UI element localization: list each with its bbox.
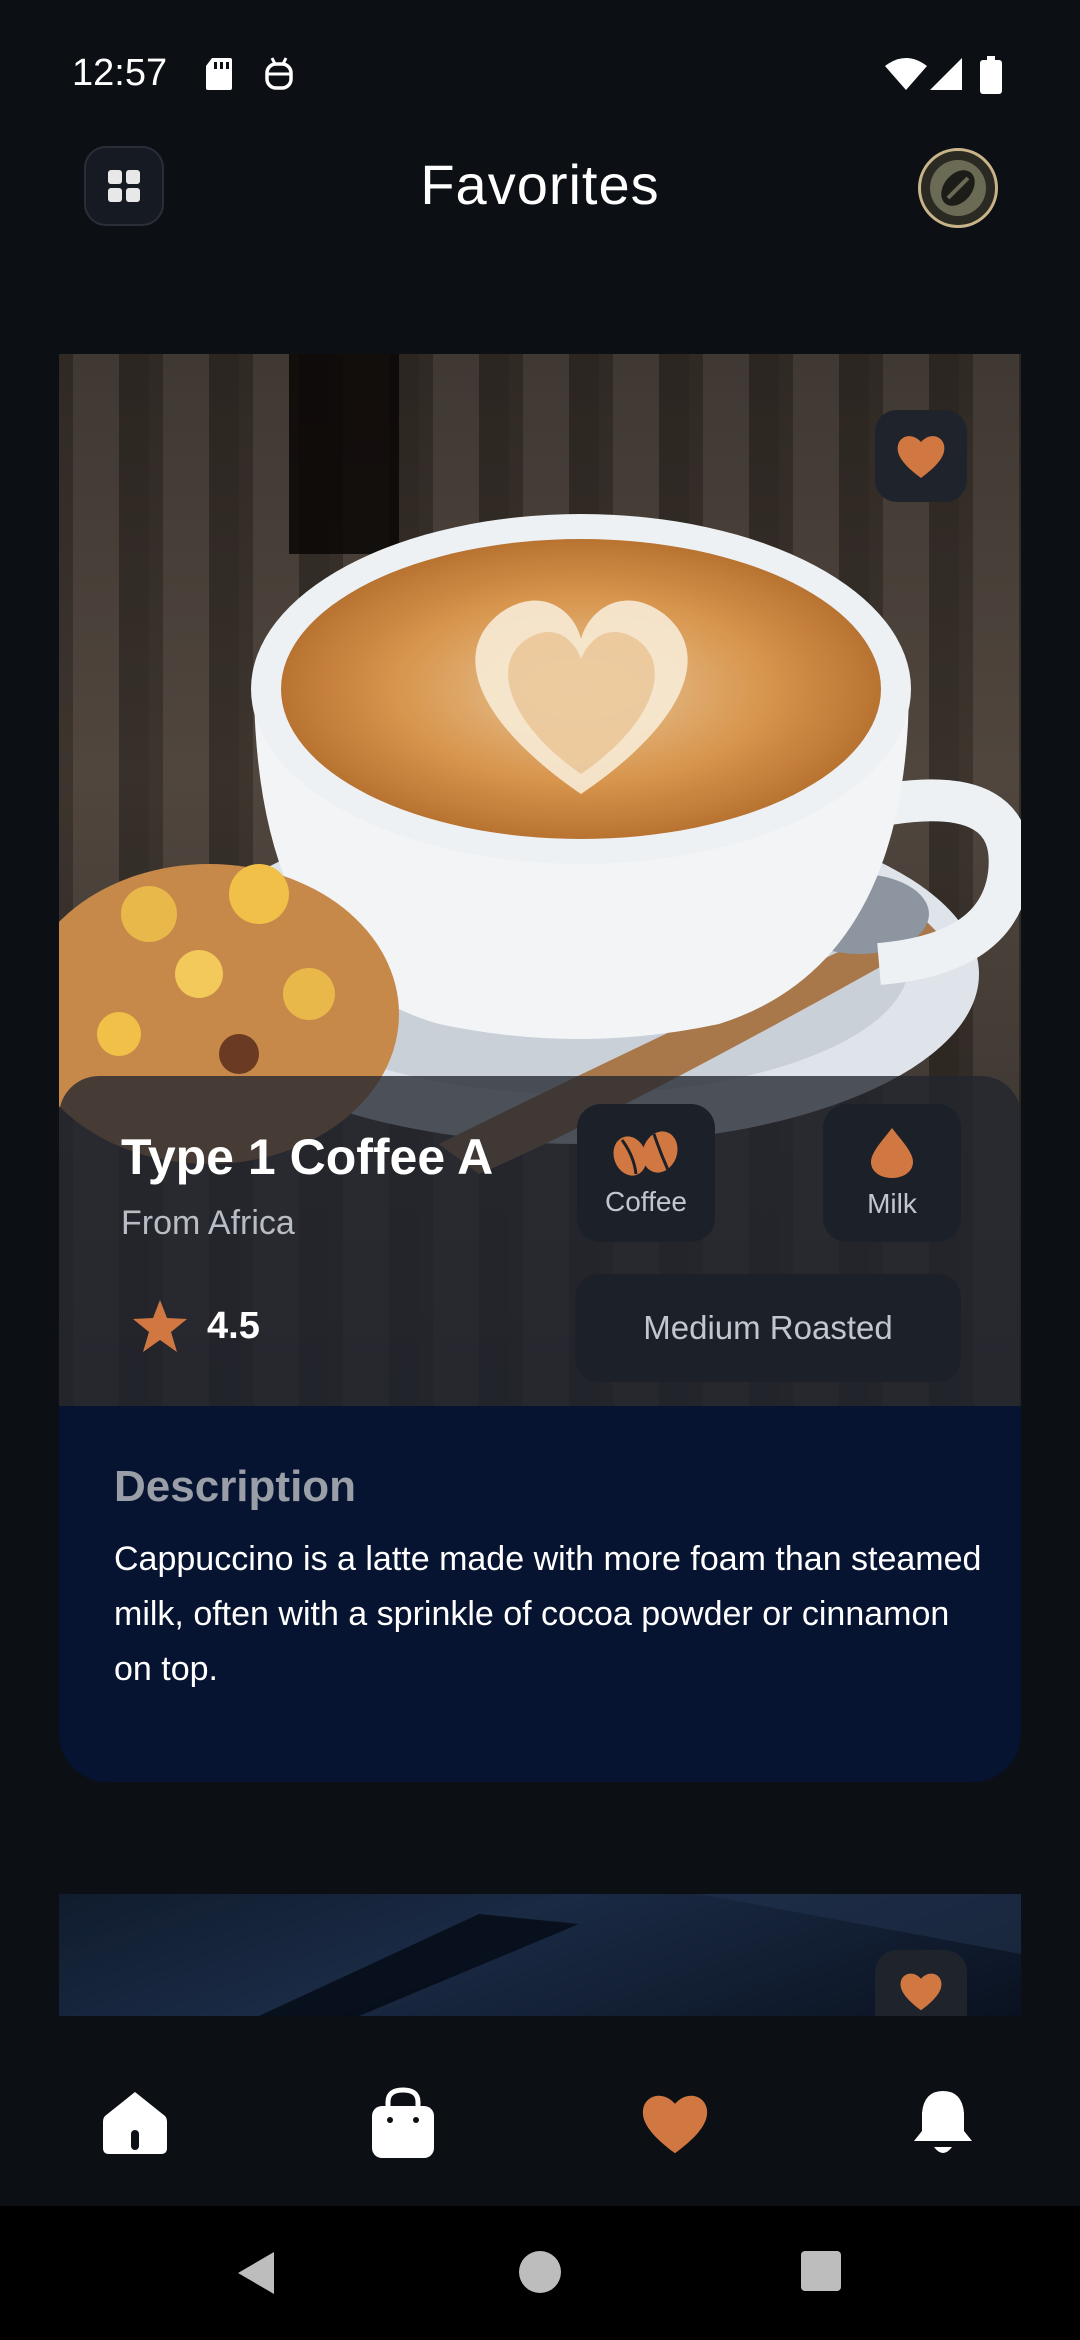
nav-favorites[interactable] — [630, 2078, 720, 2168]
signal-icon — [930, 58, 962, 90]
home-icon — [103, 2092, 167, 2154]
home-nav-icon[interactable] — [518, 2250, 562, 2294]
coffee-beans-icon — [613, 1131, 678, 1176]
heart-icon — [642, 2095, 708, 2154]
profile-avatar-button[interactable] — [918, 148, 998, 228]
back-icon[interactable] — [236, 2250, 276, 2296]
favorite-card-next[interactable] — [59, 1894, 1021, 2016]
ingredient-tag-coffee: Coffee — [577, 1104, 715, 1242]
nav-cart[interactable] — [358, 2078, 448, 2168]
ingredient-label: Coffee — [605, 1186, 687, 1217]
status-bar: 12:57 — [0, 0, 1080, 150]
ingredient-label: Milk — [867, 1188, 917, 1219]
coffee-bean-avatar-icon — [930, 160, 986, 216]
system-nav-bar — [0, 2206, 1080, 2340]
roast-level-badge: Medium Roasted — [575, 1274, 961, 1382]
coffee-info-overlay: Type 1 Coffee A From Africa 4.5 Coffee M… — [59, 1076, 1021, 1406]
description-heading: Description — [114, 1462, 357, 1511]
bottom-nav — [0, 2016, 1080, 2206]
coffee-origin: From Africa — [121, 1204, 295, 1242]
heart-icon — [900, 1973, 942, 2011]
battery-icon — [980, 56, 1002, 94]
wifi-icon — [885, 58, 927, 90]
debug-icon — [265, 57, 293, 90]
nav-notifications[interactable] — [898, 2078, 988, 2168]
favorite-toggle-button[interactable] — [875, 1950, 967, 2016]
coffee-image: Type 1 Coffee A From Africa 4.5 Coffee M… — [59, 354, 1021, 1406]
sd-card-icon — [206, 58, 232, 90]
bell-icon — [914, 2091, 972, 2153]
heart-icon — [897, 436, 945, 478]
ingredient-tag-milk: Milk — [823, 1104, 961, 1242]
shopping-bag-icon — [372, 2087, 434, 2158]
favorite-card[interactable]: Type 1 Coffee A From Africa 4.5 Coffee M… — [59, 354, 1021, 1782]
recents-icon[interactable] — [800, 2250, 842, 2292]
rating: 4.5 — [131, 1298, 260, 1354]
nav-home[interactable] — [90, 2078, 180, 2168]
status-time: 12:57 — [72, 52, 168, 94]
favorite-toggle-button[interactable] — [875, 410, 967, 502]
rating-value: 4.5 — [207, 1304, 260, 1347]
description-text: Cappuccino is a latte made with more foa… — [114, 1540, 982, 1688]
star-icon — [133, 1300, 187, 1352]
milk-drop-icon — [871, 1128, 913, 1178]
coffee-name: Type 1 Coffee A — [121, 1129, 494, 1185]
